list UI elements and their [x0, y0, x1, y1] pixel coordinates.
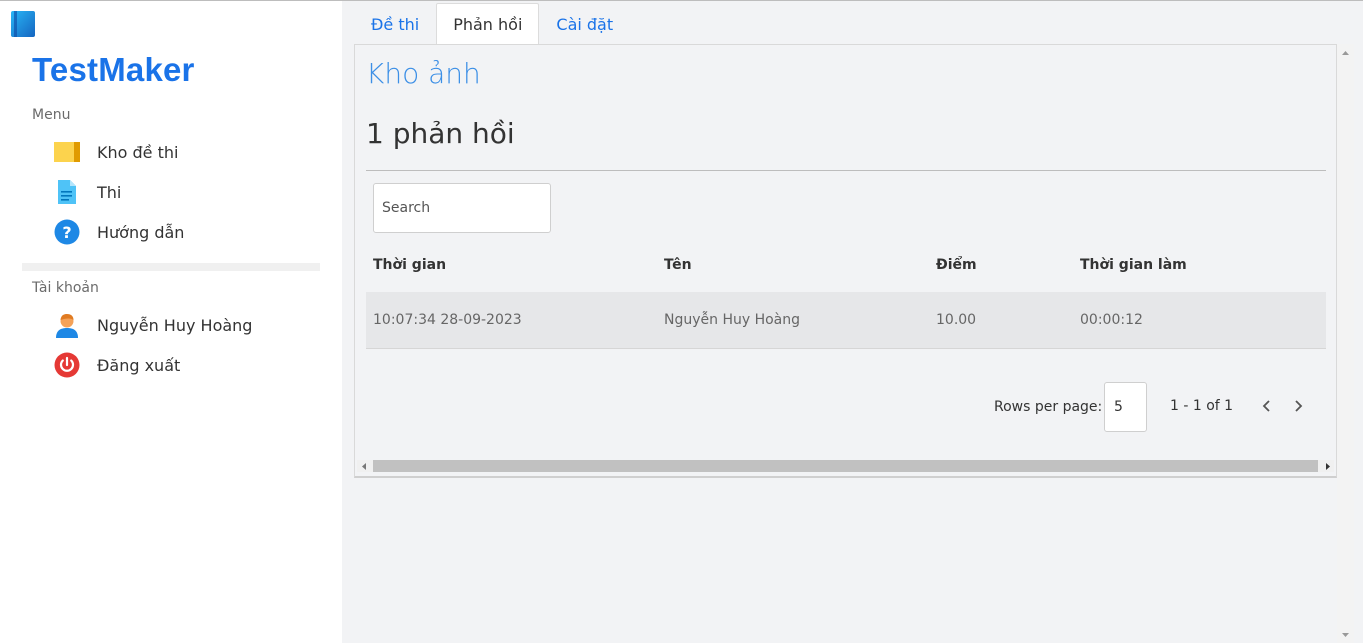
horizontal-scrollbar[interactable]	[357, 460, 1334, 472]
svg-text:?: ?	[62, 223, 71, 242]
next-page-button[interactable]	[1287, 395, 1309, 417]
scroll-left-icon[interactable]	[361, 463, 367, 470]
column-header-score[interactable]: Điểm	[936, 257, 977, 273]
column-header-time[interactable]: Thời gian	[373, 257, 446, 273]
scrollbar-thumb[interactable]	[373, 460, 1318, 472]
power-icon	[52, 350, 82, 380]
section-divider	[366, 170, 1326, 171]
tab-exam[interactable]: Đề thi	[354, 3, 436, 44]
cell-name: Nguyễn Huy Hoàng	[664, 312, 801, 328]
rows-per-page-select[interactable]: 5	[1104, 382, 1147, 432]
cell-duration: 00:00:12	[1080, 312, 1143, 328]
tab-bar: Đề thi Phản hồi Cài đặt	[354, 3, 630, 44]
scroll-down-icon[interactable]	[1342, 632, 1349, 638]
folder-icon	[52, 137, 82, 167]
user-icon	[52, 310, 82, 340]
sidebar-item-logout[interactable]: Đăng xuất	[52, 350, 312, 380]
table-row[interactable]: 10:07:34 28-09-2023 Nguyễn Huy Hoàng 10.…	[366, 292, 1326, 349]
sidebar-item-label: Hướng dẫn	[97, 222, 185, 242]
sidebar-item-exam-bank[interactable]: Kho đề thi	[52, 137, 312, 167]
sidebar-item-guide[interactable]: ? Hướng dẫn	[52, 217, 312, 247]
column-header-duration[interactable]: Thời gian làm	[1080, 257, 1187, 273]
account-section-label: Tài khoản	[32, 280, 99, 296]
sidebar: TestMaker Menu Kho đề thi Thi ? Hướng dẫ…	[0, 1, 342, 643]
sidebar-item-label: Kho đề thi	[97, 142, 179, 162]
logo-icon	[11, 11, 35, 37]
page-range: 1 - 1 of 1	[1170, 398, 1234, 414]
sidebar-divider	[22, 263, 320, 271]
sidebar-item-user[interactable]: Nguyễn Huy Hoàng	[52, 310, 312, 340]
sidebar-item-label: Thi	[97, 182, 122, 202]
sidebar-item-exam[interactable]: Thi	[52, 177, 312, 207]
scroll-right-icon[interactable]	[1325, 463, 1331, 470]
cell-score: 10.00	[936, 312, 977, 328]
response-count: 1 phản hồi	[366, 117, 515, 150]
cell-time: 10:07:34 28-09-2023	[373, 312, 522, 328]
search-input[interactable]	[373, 183, 551, 233]
tab-feedback[interactable]: Phản hồi	[436, 3, 540, 44]
tab-settings[interactable]: Cài đặt	[539, 3, 630, 44]
chevron-right-icon	[1295, 400, 1303, 412]
panel-title: Kho ảnh	[366, 57, 481, 90]
menu-section-label: Menu	[32, 107, 71, 123]
vertical-scrollbar[interactable]	[1337, 44, 1354, 643]
help-icon: ?	[52, 217, 82, 247]
column-header-name[interactable]: Tên	[664, 257, 692, 273]
feedback-panel: Kho ảnh 1 phản hồi Thời gian Tên Điểm Th…	[354, 44, 1337, 478]
chevron-left-icon	[1262, 400, 1270, 412]
document-icon	[52, 177, 82, 207]
brand-title[interactable]: TestMaker	[32, 51, 195, 89]
scroll-up-icon[interactable]	[1342, 50, 1349, 56]
rows-per-page-label: Rows per page:	[994, 399, 1103, 415]
sidebar-item-label: Nguyễn Huy Hoàng	[97, 315, 253, 335]
sidebar-item-label: Đăng xuất	[97, 355, 181, 375]
previous-page-button[interactable]	[1256, 395, 1278, 417]
